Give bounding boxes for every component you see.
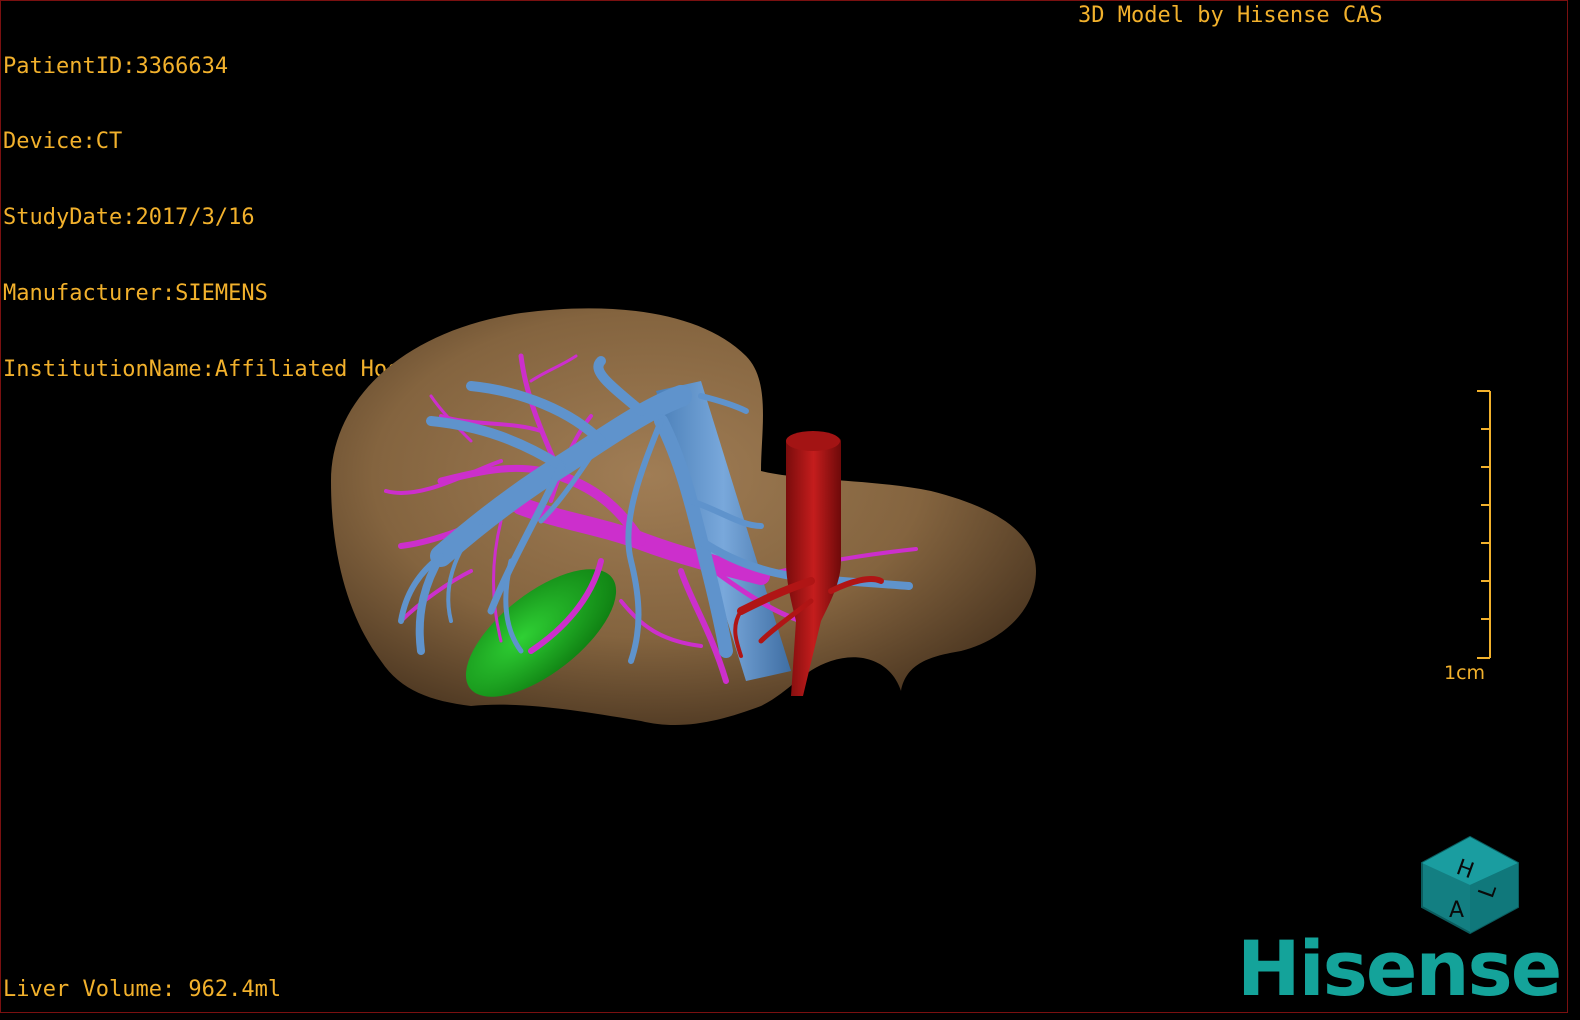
liver-surface	[331, 308, 1036, 726]
cube-face-a: A	[1449, 898, 1464, 923]
hisense-logo: Hisense	[1237, 924, 1562, 1013]
liver-volume: Liver Volume: 962.4ml	[3, 977, 282, 1002]
liver-3d-model[interactable]	[1, 1, 1567, 1012]
3d-viewport[interactable]: PatientID:3366634 Device:CT StudyDate:20…	[0, 0, 1568, 1013]
scale-label: 1cm	[1444, 662, 1486, 684]
scale-bar	[1477, 390, 1491, 659]
